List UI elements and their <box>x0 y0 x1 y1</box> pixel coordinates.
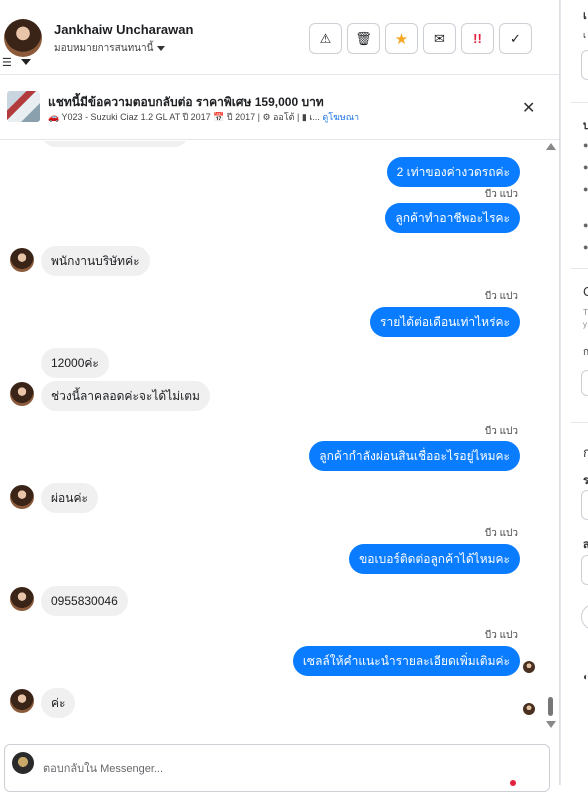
divider <box>571 268 588 269</box>
view-ad-link[interactable]: ดูโฆษณา <box>322 112 359 122</box>
side-label: บ <box>583 116 588 134</box>
contact-avatar-small <box>10 689 34 713</box>
wifi-icon: ● <box>583 184 588 194</box>
trash-icon: 🗑 <box>355 30 372 46</box>
scroll-up-icon[interactable] <box>546 143 556 150</box>
message-bubble-partial <box>41 141 189 147</box>
conversation-header: ☰ Jankhaiw Uncharawan มอบหมายการสนทนานี้… <box>0 0 559 75</box>
message-bubble-incoming: ผ่อนค่ะ <box>41 483 98 513</box>
contact-avatar-small <box>10 485 34 509</box>
side-label: ส <box>583 535 588 553</box>
star-button[interactable]: ★ <box>385 23 418 54</box>
reply-input-placeholder[interactable]: ตอบกลับใน Messenger... <box>43 759 163 777</box>
side-input[interactable] <box>581 50 588 80</box>
info-icon: ● <box>583 140 588 150</box>
delete-button[interactable]: 🗑 <box>347 23 380 54</box>
report-spam-button[interactable]: ⚠ <box>309 23 342 54</box>
like-icon: ● <box>583 162 588 172</box>
check-icon: ✓ <box>510 30 521 46</box>
header-actions: ⚠ 🗑 ★ ✉ !! ✓ <box>309 23 532 54</box>
side-label: เ <box>583 30 587 40</box>
conversation-pane: ☰ Jankhaiw Uncharawan มอบหมายการสนทนานี้… <box>0 0 560 792</box>
envelope-icon: ✉ <box>434 30 445 46</box>
message-bubble-incoming: พนักงานบริษัทค่ะ <box>41 246 150 276</box>
thread-scrollbar[interactable] <box>545 141 557 738</box>
side-dropdown[interactable] <box>581 370 588 396</box>
message-bubble-incoming: 0955830046 <box>41 586 128 616</box>
message-bubble-outgoing: ขอเบอร์ติดต่อลูกค้าได้ไหมคะ <box>349 544 520 574</box>
message-bubble-outgoing: ลูกค้ากำลังผ่อนสินเชื่ออะไรอยู่ไหมคะ <box>309 441 520 471</box>
side-label: ร <box>583 471 588 489</box>
contact-avatar[interactable] <box>4 19 42 57</box>
contact-avatar-small <box>10 248 34 272</box>
location-icon: ● <box>583 220 588 230</box>
read-receipt-avatar <box>523 703 535 715</box>
contact-details-panel: เ เ บ ● ● ● ● ● C T y ก ก ร ส ◐ <box>560 0 588 785</box>
side-label: ก <box>583 345 588 360</box>
location-icon: ● <box>583 242 588 252</box>
message-thread: 2 เท่าของค่างวดรถค่ะ บีว แปว ลูกค้าทำอาช… <box>0 141 545 738</box>
sender-name: บีว แปว <box>484 426 518 437</box>
side-input[interactable] <box>581 490 588 520</box>
assign-label: มอบหมายการสนทนานี้ <box>54 43 154 54</box>
contact-avatar-small <box>10 587 34 611</box>
side-label: ก <box>583 442 588 463</box>
read-receipt-avatar <box>523 661 535 673</box>
chevron-down-icon <box>157 46 166 51</box>
notification-dot <box>510 780 516 786</box>
side-label: T <box>583 308 588 317</box>
divider <box>571 422 588 423</box>
message-bubble-outgoing: 2 เท่าของค่างวดรถค่ะ <box>386 157 520 187</box>
exclamation-icon: !! <box>473 31 482 46</box>
side-label: C <box>583 284 588 299</box>
message-bubble-outgoing: ลูกค้าทำอาชีพอะไรคะ <box>385 203 520 233</box>
ad-meta-text: 🚗 Y023 - Suzuki Ciaz 1.2 GL AT ปี 2017 📅… <box>48 112 320 122</box>
ad-context-banner: แชทนี้มีข้อความตอบกลับต่อ ราคาพิเศษ 159,… <box>0 76 559 140</box>
side-input[interactable] <box>581 555 588 585</box>
side-label: เ <box>583 10 587 22</box>
contact-name[interactable]: Jankhaiw Uncharawan <box>54 22 193 37</box>
divider <box>571 102 588 103</box>
message-bubble-incoming: ค่ะ <box>41 688 76 718</box>
mark-important-button[interactable]: !! <box>461 23 494 54</box>
message-bubble-incoming: 12000ค่ะ <box>41 348 109 378</box>
message-bubble-incoming: ช่วงนี้ลาคลอดค่ะจะได้ไม่เตม <box>41 381 210 411</box>
scroll-down-icon[interactable] <box>546 721 556 728</box>
close-icon[interactable]: ✕ <box>522 98 535 118</box>
warning-icon: ⚠ <box>319 30 332 46</box>
assign-conversation-dropdown[interactable]: มอบหมายการสนทนานี้ <box>54 41 166 56</box>
side-label: y <box>583 320 587 329</box>
mark-done-button[interactable]: ✓ <box>499 23 532 54</box>
comment-icon: ◐ <box>583 672 588 683</box>
sender-name: บีว แปว <box>484 630 518 641</box>
mark-unread-button[interactable]: ✉ <box>423 23 456 54</box>
chevron-down-icon[interactable] <box>21 59 31 65</box>
ad-meta: 🚗 Y023 - Suzuki Ciaz 1.2 GL AT ปี 2017 📅… <box>48 110 359 124</box>
sender-name: บีว แปว <box>484 291 518 302</box>
star-icon: ★ <box>394 30 409 48</box>
side-button[interactable] <box>581 604 588 630</box>
message-bubble-outgoing: รายได้ต่อเดือนเท่าไหร่คะ <box>370 307 520 337</box>
scrollbar-thumb[interactable] <box>548 697 553 716</box>
message-bubble-outgoing: เซลล์ให้คำแนะนำรายละเอียดเพิ่มเติมค่ะ <box>292 646 520 676</box>
sender-name: บีว แปว <box>484 528 518 539</box>
contact-avatar-small <box>10 382 34 406</box>
sender-name: บีว แปว <box>484 189 518 200</box>
ad-thumbnail[interactable] <box>7 91 40 122</box>
page-avatar <box>12 752 34 774</box>
